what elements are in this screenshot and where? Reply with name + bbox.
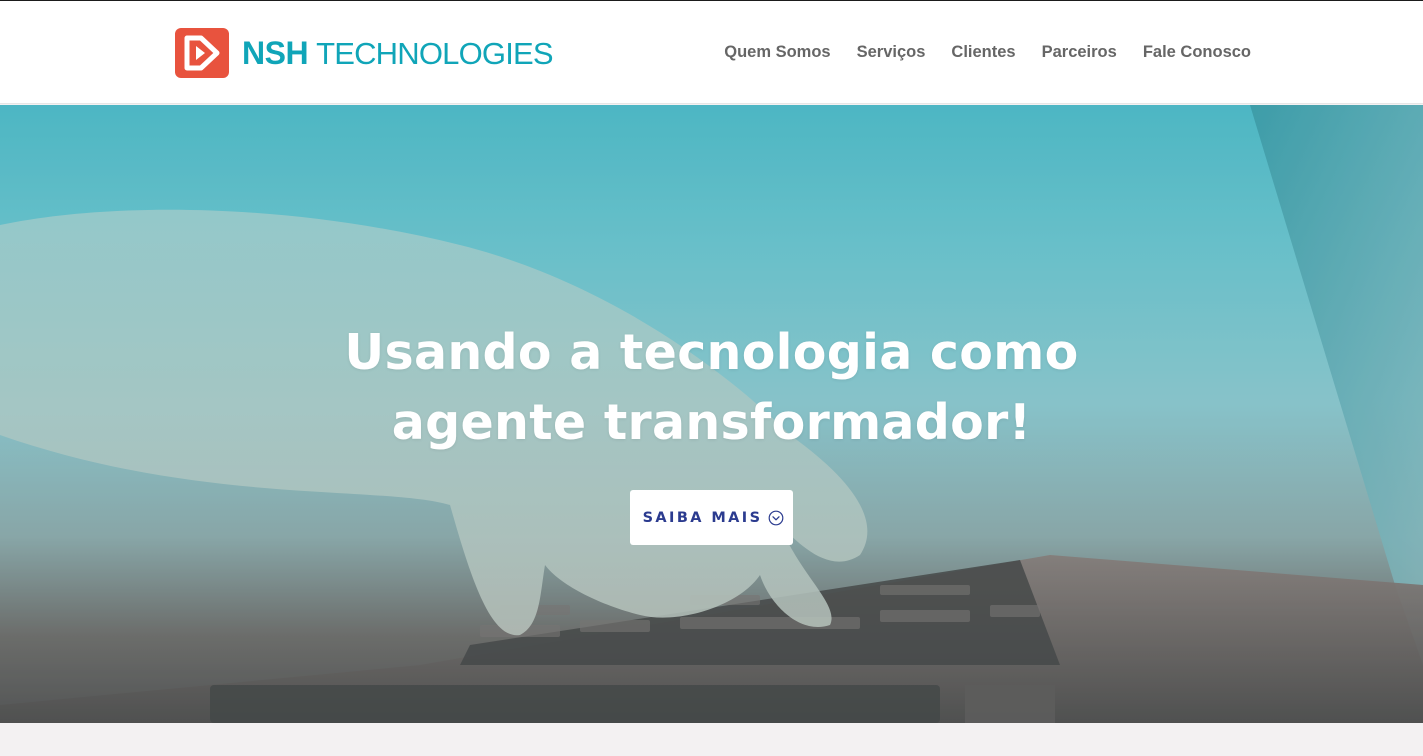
nav-item-clientes[interactable]: Clientes (951, 43, 1015, 62)
main-nav: Quem Somos Serviços Clientes Parceiros F… (724, 43, 1251, 62)
chevron-down-circle-icon (769, 510, 784, 525)
saiba-mais-label: SAIBA MAIS (642, 509, 763, 526)
nav-item-parceiros[interactable]: Parceiros (1042, 43, 1117, 62)
nav-item-quem-somos[interactable]: Quem Somos (724, 43, 830, 62)
site-header: NSH TECHNOLOGIES Quem Somos Serviços Cli… (0, 1, 1423, 104)
nav-item-fale-conosco[interactable]: Fale Conosco (1143, 43, 1251, 62)
hero-title-line-2: agente transformador! (391, 393, 1032, 451)
hero-section: Usando a tecnologia como agente transfor… (0, 105, 1423, 723)
saiba-mais-button[interactable]: SAIBA MAIS (630, 490, 793, 545)
brand-wordmark: NSH TECHNOLOGIES (242, 34, 554, 72)
next-section-strip (0, 723, 1423, 756)
play-arrow-badge-icon (175, 28, 229, 78)
brand-name-bold: NSH (242, 34, 309, 71)
brand-logo[interactable]: NSH TECHNOLOGIES (175, 28, 554, 78)
hero-title: Usando a tecnologia como agente transfor… (0, 318, 1423, 458)
nav-item-servicos[interactable]: Serviços (857, 43, 926, 62)
brand-name-rest: TECHNOLOGIES (316, 35, 554, 71)
hero-title-line-1: Usando a tecnologia como (344, 323, 1079, 381)
